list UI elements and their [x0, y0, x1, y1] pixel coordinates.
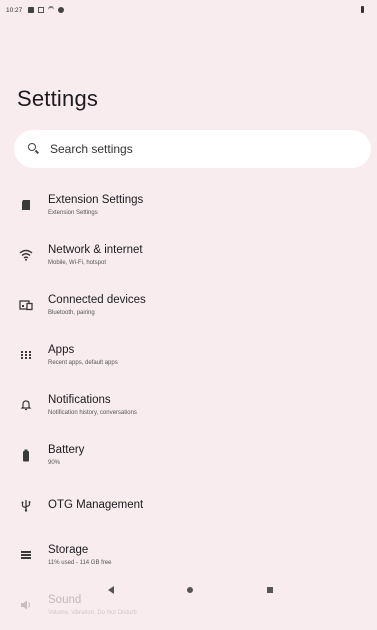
settings-item-summary: 11% used - 114 GB free: [48, 560, 112, 566]
settings-item-notifications[interactable]: Notifications Notification history, conv…: [0, 380, 377, 430]
gear-notification-icon: [58, 7, 65, 13]
search-icon: [28, 143, 40, 155]
settings-item-title: Connected devices: [48, 294, 146, 306]
settings-item-title: Extension Settings: [48, 194, 144, 206]
settings-item-title: Battery: [48, 444, 85, 456]
page-title: Settings: [17, 86, 99, 111]
search-bar[interactable]: Search settings: [14, 130, 371, 168]
recents-icon[interactable]: [267, 587, 273, 593]
navigation-bar: [0, 576, 377, 607]
settings-item-title: Notifications: [48, 394, 111, 406]
settings-item-battery[interactable]: Battery 90%: [0, 430, 377, 480]
back-icon[interactable]: [108, 586, 114, 594]
status-battery-icon: [361, 6, 364, 13]
connected-devices-icon: [18, 297, 34, 313]
settings-item-otg[interactable]: OTG Management: [0, 480, 377, 530]
grid-notification-icon: [38, 7, 45, 13]
wifi-icon: [18, 247, 34, 263]
notification-icons: [28, 6, 65, 14]
bell-icon: [18, 397, 34, 413]
battery-icon: [18, 447, 34, 463]
settings-item-summary: 90%: [48, 460, 61, 466]
settings-item-storage[interactable]: Storage 11% used - 114 GB free: [0, 530, 377, 580]
home-icon[interactable]: [187, 587, 193, 593]
settings-item-network[interactable]: Network & internet Mobile, Wi-Fi, hotspo…: [0, 230, 377, 280]
search-placeholder: Search settings: [50, 142, 133, 156]
apps-grid-icon: [18, 347, 34, 363]
settings-item-summary: Mobile, Wi-Fi, hotspot: [48, 260, 107, 266]
settings-item-summary: Volume, vibration, Do Not Disturb: [48, 610, 137, 616]
settings-item-summary: Notification history, conversations: [48, 410, 137, 416]
status-time: 10:27: [6, 6, 23, 14]
settings-item-summary: Bluetooth, pairing: [48, 310, 95, 316]
settings-item-summary: Extension Settings: [48, 210, 98, 216]
storage-icon: [18, 547, 34, 563]
status-bar: 10:27: [0, 0, 377, 20]
settings-item-title: OTG Management: [48, 499, 144, 511]
settings-item-apps[interactable]: Apps Recent apps, default apps: [0, 330, 377, 380]
square-notification-icon: [28, 7, 35, 13]
sd-card-icon: [18, 197, 34, 213]
settings-item-title: Storage: [48, 544, 89, 556]
settings-item-extension[interactable]: Extension Settings Extension Settings: [0, 180, 377, 230]
settings-item-title: Apps: [48, 344, 75, 356]
settings-list: Extension Settings Extension Settings Ne…: [0, 180, 377, 630]
settings-item-connected-devices[interactable]: Connected devices Bluetooth, pairing: [0, 280, 377, 330]
wifi-notification-icon: [48, 6, 55, 14]
settings-item-title: Network & internet: [48, 244, 143, 256]
usb-icon: [18, 497, 34, 513]
settings-item-summary: Recent apps, default apps: [48, 360, 118, 366]
